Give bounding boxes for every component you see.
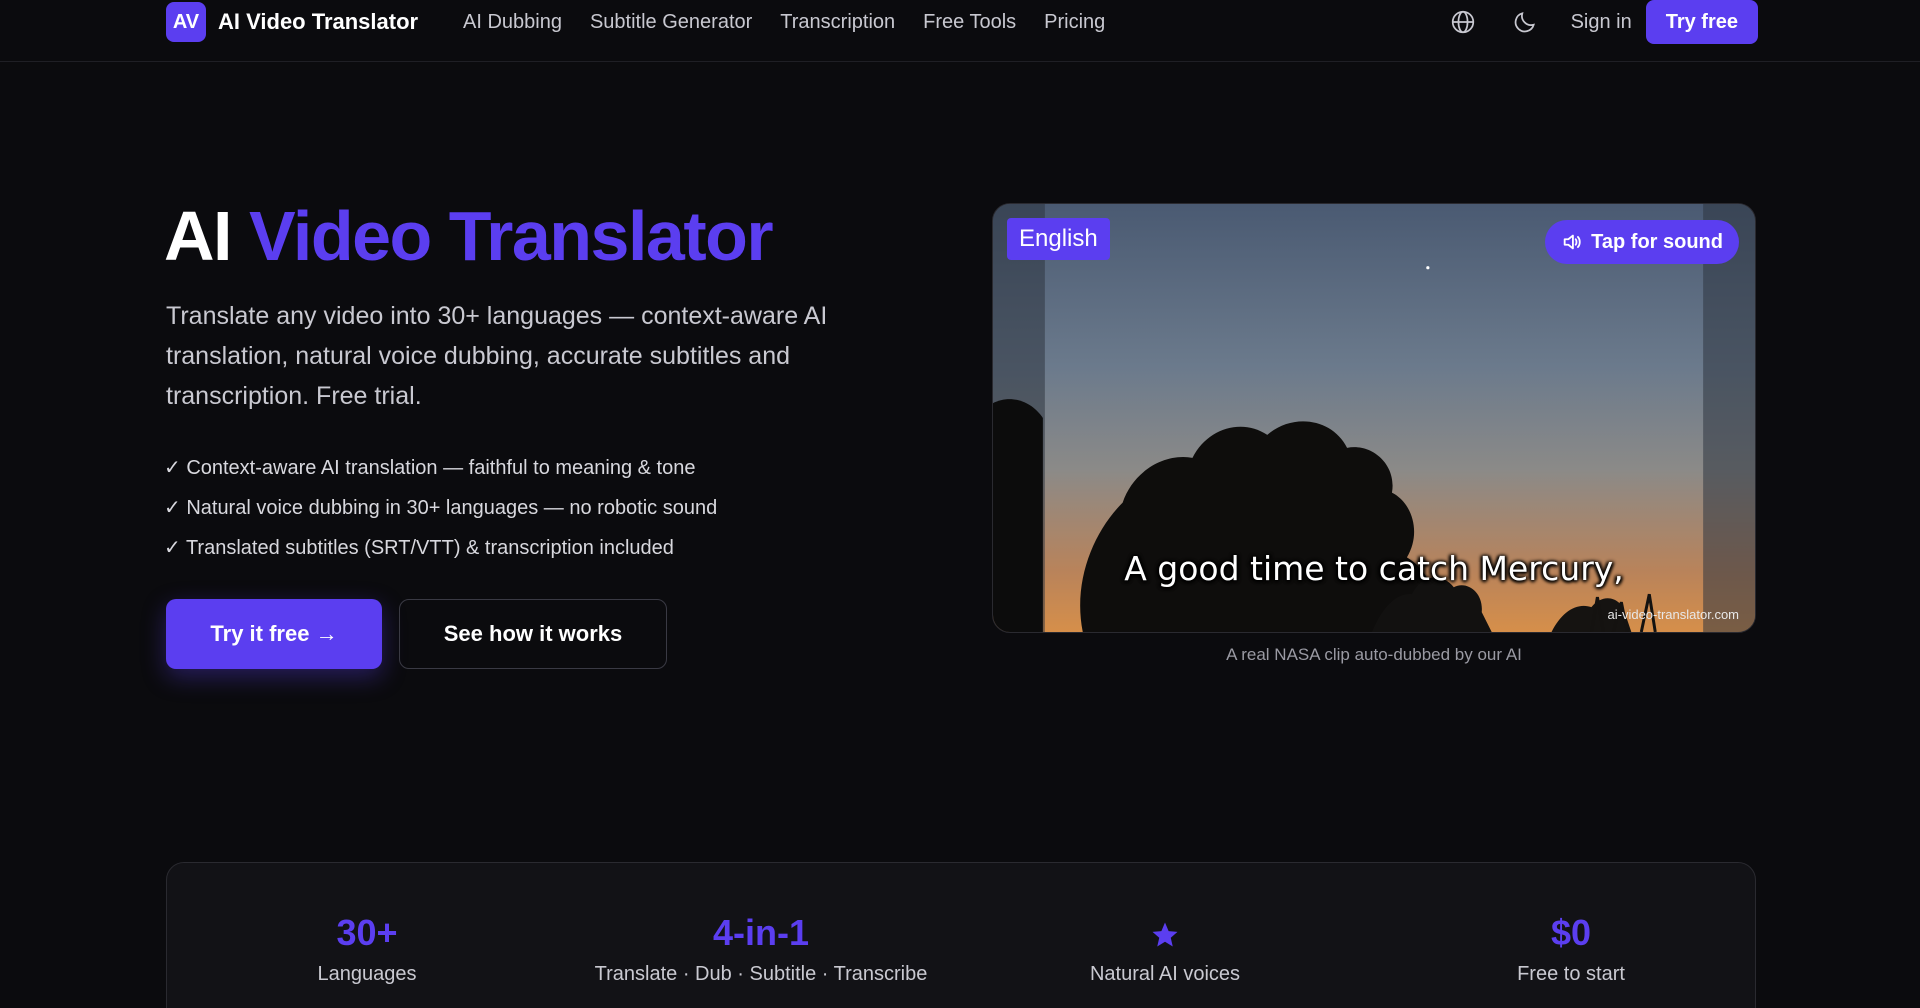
star-icon [1152, 922, 1178, 947]
stat-languages: 30+ Languages [167, 911, 567, 986]
nav-link-free-tools[interactable]: Free Tools [923, 11, 1016, 34]
speaker-icon [1563, 234, 1581, 250]
feature-item: ✓ Context-aware AI translation — faithfu… [164, 457, 696, 479]
moon-icon [1514, 12, 1535, 33]
stats-panel: 30+ Languages 4-in-1 Translate · Dub · S… [166, 862, 1756, 1008]
logo-mark: AV [166, 2, 206, 42]
stat-label: Languages [317, 963, 417, 985]
video-player[interactable]: English Tap for sound A good time to cat… [992, 203, 1756, 633]
stat-price: $0 Free to start [1371, 911, 1771, 986]
video-watermark: ai-video-translator.com [1607, 607, 1740, 622]
hero-title-plain: AI [164, 197, 233, 275]
try-it-free-button[interactable]: Try it free → [166, 599, 382, 669]
logo[interactable]: AV AI Video Translator [166, 2, 418, 42]
stat-value [965, 911, 1365, 955]
nav-link-pricing[interactable]: Pricing [1044, 11, 1105, 34]
theme-toggle-button[interactable] [1503, 0, 1547, 44]
nav-link-transcription[interactable]: Transcription [780, 11, 895, 34]
tap-for-sound-button[interactable]: Tap for sound [1545, 220, 1739, 264]
stat-voices: Natural AI voices [965, 911, 1365, 986]
video-caption: A real NASA clip auto-dubbed by our AI [1226, 645, 1522, 664]
hero-subtitle: Translate any video into 30+ languages —… [166, 302, 828, 410]
feature-list: ✓ Context-aware AI translation — faithfu… [164, 448, 717, 568]
stat-value: 30+ [336, 912, 398, 953]
tap-for-sound-label: Tap for sound [1591, 230, 1723, 253]
feature-item: ✓ Translated subtitles (SRT/VTT) & trans… [164, 537, 674, 559]
header-actions: Sign in Try free [1441, 0, 1758, 44]
main-nav: AI Dubbing Subtitle Generator Transcript… [463, 2, 1105, 42]
nav-link-subtitle-generator[interactable]: Subtitle Generator [590, 11, 752, 34]
video-subtitle: A good time to catch Mercury, [1124, 549, 1624, 588]
globe-icon [1451, 10, 1474, 34]
try-free-button[interactable]: Try free [1645, 0, 1758, 44]
language-button[interactable] [1441, 0, 1485, 44]
stat-label: Translate · Dub · Subtitle · Transcribe [594, 963, 928, 985]
see-how-it-works-button[interactable]: See how it works [399, 599, 667, 669]
top-nav-bar: AV AI Video Translator AI Dubbing Subtit… [0, 0, 1920, 62]
language-badge: English [1007, 218, 1110, 260]
stat-label: Free to start [1517, 963, 1625, 985]
feature-item: ✓ Natural voice dubbing in 30+ languages… [164, 497, 718, 519]
stat-label: Natural AI voices [1089, 963, 1241, 985]
hero-title-accent: Video Translator [248, 197, 774, 275]
hero-title: AI Video Translator [164, 196, 774, 276]
stat-value: 4-in-1 [712, 912, 809, 953]
stat-features: 4-in-1 Translate · Dub · Subtitle · Tran… [561, 911, 961, 986]
logo-text: AI Video Translator [218, 9, 419, 34]
sign-in-link[interactable]: Sign in [1571, 11, 1632, 34]
stat-value: $0 [1550, 912, 1592, 953]
nav-link-ai-dubbing[interactable]: AI Dubbing [463, 11, 562, 34]
